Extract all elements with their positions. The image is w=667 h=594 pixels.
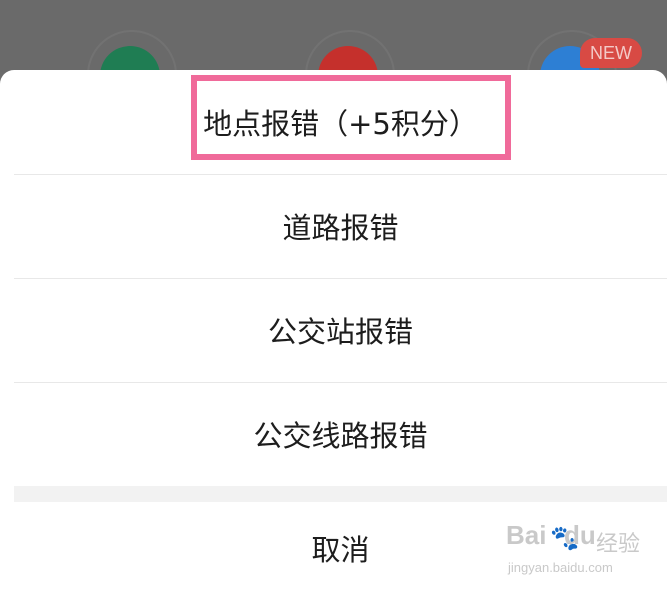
report-bus-line-error-item[interactable]: 公交线路报错 <box>14 382 667 486</box>
watermark-logo-suffix: du <box>564 520 596 550</box>
new-badge: NEW <box>580 38 642 68</box>
report-road-error-item[interactable]: 道路报错 <box>14 174 667 278</box>
menu-item-label: 道路报错 <box>282 211 399 245</box>
section-gap <box>14 486 667 502</box>
menu-item-label: 公交线路报错 <box>253 419 428 453</box>
cancel-label: 取消 <box>311 533 370 567</box>
baidu-jingyan-watermark: Bai 🐾 du 经验 jingyan.baidu.com <box>506 520 646 584</box>
report-bus-stop-error-item[interactable]: 公交站报错 <box>14 278 667 382</box>
watermark-url: jingyan.baidu.com <box>508 560 613 575</box>
menu-item-label: 公交站报错 <box>267 315 413 349</box>
highlight-box <box>191 75 511 160</box>
watermark-logo: Bai <box>506 520 547 550</box>
watermark-brand: 经验 <box>596 532 641 557</box>
